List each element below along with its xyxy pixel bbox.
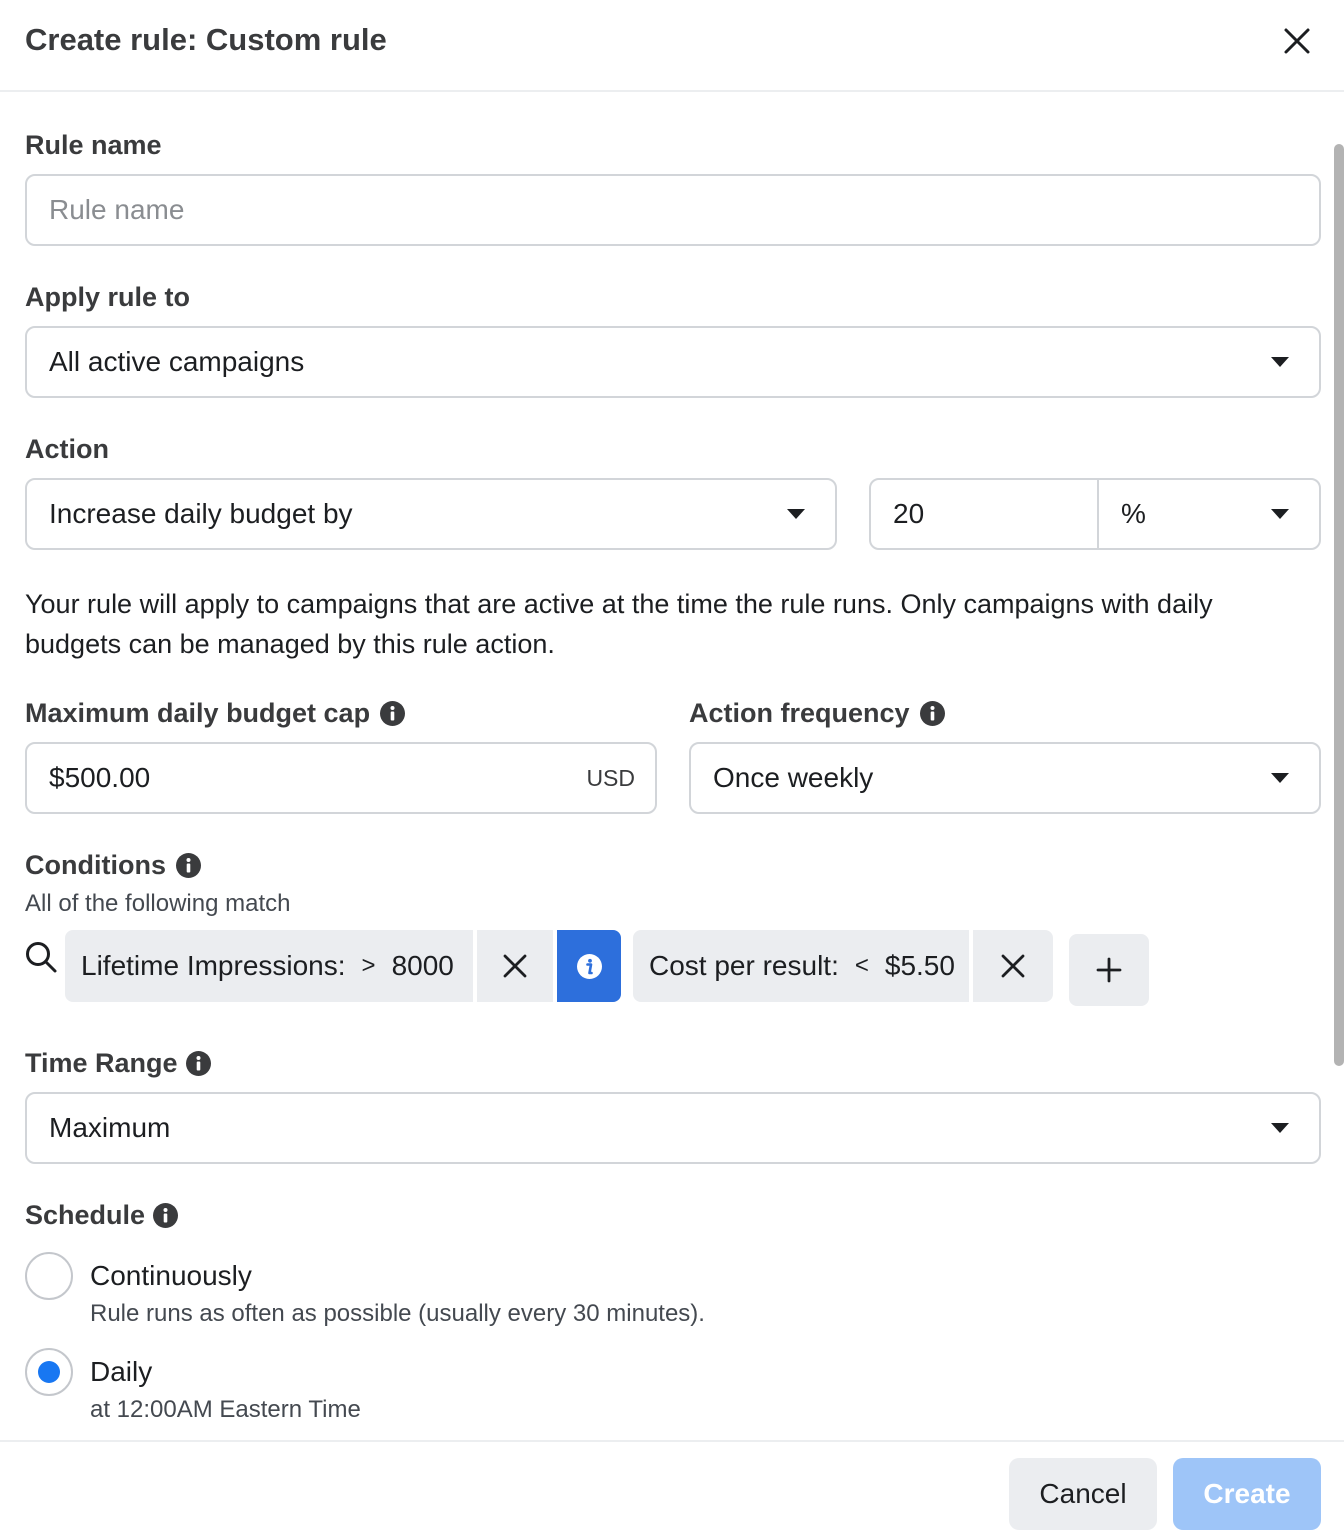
info-icon[interactable]: [919, 701, 945, 726]
chevron-down-icon: [1271, 357, 1289, 367]
schedule-daily-label: Daily: [90, 1356, 153, 1387]
action-select[interactable]: Increase daily budget by: [25, 478, 837, 550]
condition-operator: >: [361, 952, 376, 979]
add-condition-button[interactable]: [1069, 934, 1149, 1006]
remove-condition-button[interactable]: [477, 930, 553, 1002]
dialog-header: Create rule: Custom rule: [0, 0, 1344, 92]
condition-value: 8000: [391, 950, 454, 981]
rule-name-label: Rule name: [25, 130, 162, 160]
schedule-continuously-radio[interactable]: [25, 1252, 73, 1300]
condition-chip[interactable]: Cost per result: < $5.50: [633, 930, 969, 1002]
action-frequency-value: Once weekly: [713, 762, 874, 793]
condition-value: $5.50: [884, 950, 955, 981]
action-value: Increase daily budget by: [49, 498, 353, 529]
scrollbar[interactable]: [1334, 144, 1344, 1066]
dialog-title: Create rule: Custom rule: [25, 22, 387, 57]
create-button[interactable]: Create: [1173, 1458, 1321, 1530]
schedule-daily-description: at 12:00AM Eastern Time: [90, 1396, 361, 1423]
info-icon[interactable]: [153, 1203, 179, 1228]
action-amount-value: 20: [893, 498, 925, 529]
close-icon: [1001, 954, 1025, 978]
apply-rule-select[interactable]: All active campaigns: [25, 326, 1321, 398]
action-unit-select[interactable]: %: [1099, 480, 1319, 548]
info-icon: [576, 953, 602, 979]
currency-label: USD: [586, 764, 635, 791]
chevron-down-icon: [1271, 1123, 1289, 1133]
time-range-label: Time Range: [25, 1048, 211, 1079]
apply-rule-value: All active campaigns: [49, 346, 305, 377]
time-range-value: Maximum: [49, 1112, 171, 1143]
budget-cap-value: $500.00: [49, 762, 151, 793]
plus-icon: [1096, 957, 1122, 983]
apply-rule-label: Apply rule to: [25, 282, 191, 312]
chevron-down-icon: [1271, 509, 1289, 519]
conditions-label: Conditions: [25, 850, 201, 881]
action-description: Your rule will apply to campaigns that a…: [25, 589, 1213, 659]
close-button[interactable]: [1278, 22, 1316, 60]
close-icon: [1284, 28, 1310, 54]
schedule-continuously-description: Rule runs as often as possible (usually …: [90, 1300, 705, 1327]
rule-name-field[interactable]: [25, 174, 1321, 246]
condition-metric: Cost per result:: [649, 950, 839, 981]
info-icon[interactable]: [380, 701, 406, 726]
time-range-select[interactable]: Maximum: [25, 1092, 1321, 1164]
action-frequency-select[interactable]: Once weekly: [689, 742, 1321, 814]
remove-condition-button[interactable]: [973, 930, 1053, 1002]
budget-cap-field[interactable]: $500.00 USD: [25, 742, 657, 814]
action-label: Action: [25, 434, 109, 464]
schedule-daily-radio[interactable]: [25, 1348, 73, 1396]
conditions-subtitle: All of the following match: [25, 890, 291, 917]
chevron-down-icon: [787, 509, 805, 519]
budget-cap-label: Maximum daily budget cap: [25, 698, 406, 729]
action-unit-value: %: [1121, 498, 1146, 529]
action-frequency-label: Action frequency: [689, 698, 945, 729]
condition-info-button[interactable]: [557, 930, 621, 1002]
action-amount-group: 20 %: [869, 478, 1321, 550]
schedule-continuously-label: Continuously: [90, 1260, 252, 1291]
action-amount-input[interactable]: 20: [871, 480, 1099, 548]
condition-metric: Lifetime Impressions:: [81, 950, 346, 981]
cancel-button[interactable]: Cancel: [1009, 1458, 1157, 1530]
rule-name-input[interactable]: [27, 194, 1319, 226]
chevron-down-icon: [1271, 773, 1289, 783]
dialog-footer: Cancel Create: [0, 1440, 1344, 1538]
schedule-label: Schedule: [25, 1200, 179, 1231]
condition-operator: <: [854, 952, 869, 979]
info-icon[interactable]: [185, 1051, 211, 1076]
info-icon[interactable]: [175, 853, 201, 878]
close-icon: [503, 954, 527, 978]
search-icon: [26, 942, 57, 973]
condition-chip[interactable]: Lifetime Impressions: > 8000: [65, 930, 473, 1002]
